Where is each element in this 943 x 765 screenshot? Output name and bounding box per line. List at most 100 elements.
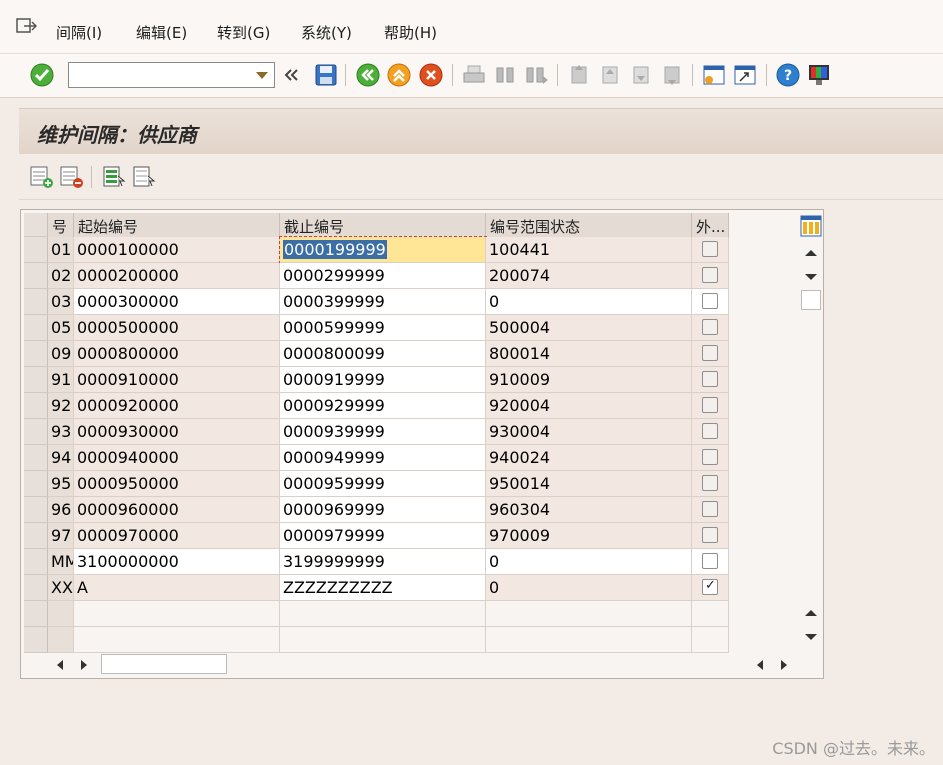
cell-end[interactable]: 0000959999 (280, 471, 486, 497)
delete-interval-icon[interactable] (59, 164, 85, 190)
external-checkbox[interactable] (702, 345, 718, 361)
cancel-icon[interactable] (418, 62, 444, 88)
create-session-icon[interactable] (701, 62, 727, 88)
cell-status[interactable]: 100441 (486, 237, 692, 263)
cell-status[interactable]: 910009 (486, 367, 692, 393)
column-header-external[interactable]: 外... (692, 213, 729, 237)
external-checkbox[interactable] (702, 319, 718, 335)
shortcut-icon[interactable] (732, 62, 758, 88)
cell-start[interactable]: 0000970000 (74, 523, 280, 549)
row-selector[interactable] (24, 445, 48, 471)
cell-end[interactable]: 0000399999 (280, 289, 486, 315)
scroll-right-icon[interactable] (77, 658, 91, 672)
cell-start[interactable]: 0000800000 (74, 341, 280, 367)
collapse-icon[interactable] (282, 62, 302, 88)
cell-start[interactable]: 0000930000 (74, 419, 280, 445)
cell-end[interactable]: 0000800099 (280, 341, 486, 367)
horizontal-scroll-thumb[interactable] (101, 654, 227, 674)
row-selector[interactable] (24, 393, 48, 419)
table-settings-icon[interactable] (799, 214, 823, 238)
first-page-icon[interactable] (566, 62, 592, 88)
back-icon[interactable] (355, 62, 381, 88)
cell-status[interactable] (486, 627, 692, 653)
previous-page-icon[interactable] (597, 62, 623, 88)
cell-start[interactable]: 0000950000 (74, 471, 280, 497)
exit-icon[interactable] (16, 18, 38, 36)
menu-item-system[interactable]: 系统(Y) (301, 22, 352, 43)
row-selector[interactable] (24, 263, 48, 289)
cell-start[interactable]: 3100000000 (74, 549, 280, 575)
next-page-icon[interactable] (628, 62, 654, 88)
cell-status[interactable]: 0 (486, 575, 692, 601)
scroll-page-down-icon[interactable] (802, 630, 820, 644)
cell-status[interactable]: 930004 (486, 419, 692, 445)
cell-end[interactable]: 3199999999 (280, 549, 486, 575)
cell-start[interactable]: 0000910000 (74, 367, 280, 393)
select-all-icon[interactable] (101, 164, 127, 190)
scroll-up-icon[interactable] (802, 246, 820, 260)
cell-status[interactable] (486, 601, 692, 627)
enter-check-icon[interactable] (29, 62, 55, 88)
cell-end[interactable] (280, 601, 486, 627)
external-checkbox[interactable] (702, 241, 718, 257)
menu-item-goto[interactable]: 转到(G) (217, 22, 270, 43)
cell-end[interactable]: 0000929999 (280, 393, 486, 419)
row-selector[interactable] (24, 419, 48, 445)
row-selector[interactable] (24, 315, 48, 341)
deselect-all-icon[interactable] (131, 164, 157, 190)
cell-start[interactable]: 0000300000 (74, 289, 280, 315)
scroll-down-icon[interactable] (802, 270, 820, 284)
row-selector[interactable] (24, 575, 48, 601)
select-all-corner[interactable] (24, 213, 48, 237)
row-selector[interactable] (24, 497, 48, 523)
cell-start[interactable]: 0000100000 (74, 237, 280, 263)
cell-end[interactable] (280, 627, 486, 653)
cell-start[interactable]: 0000920000 (74, 393, 280, 419)
cell-end[interactable]: 0000949999 (280, 445, 486, 471)
row-selector[interactable] (24, 549, 48, 575)
cell-start[interactable]: 0000200000 (74, 263, 280, 289)
cell-status[interactable]: 0 (486, 289, 692, 315)
cell-start[interactable]: 0000940000 (74, 445, 280, 471)
cell-status[interactable]: 920004 (486, 393, 692, 419)
last-page-icon[interactable] (659, 62, 685, 88)
column-header-end[interactable]: 截止编号 (280, 213, 486, 237)
column-header-start[interactable]: 起始编号 (74, 213, 280, 237)
external-checkbox[interactable] (702, 293, 718, 309)
row-selector[interactable] (24, 523, 48, 549)
column-header-no[interactable]: 号 (48, 213, 74, 237)
external-checkbox[interactable] (702, 267, 718, 283)
row-selector[interactable] (24, 367, 48, 393)
external-checkbox[interactable] (702, 501, 718, 517)
cell-status[interactable]: 0 (486, 549, 692, 575)
menu-item-interval[interactable]: 间隔(I) (56, 22, 102, 43)
cell-status[interactable]: 500004 (486, 315, 692, 341)
scroll-right-right-icon[interactable] (777, 658, 791, 672)
cell-end[interactable]: 0000969999 (280, 497, 486, 523)
row-selector[interactable] (24, 601, 48, 627)
cell-status[interactable]: 960304 (486, 497, 692, 523)
find-icon[interactable] (492, 62, 518, 88)
column-header-status[interactable]: 编号范围状态 (486, 213, 692, 237)
find-next-icon[interactable] (523, 62, 549, 88)
command-field[interactable] (68, 62, 275, 88)
chevron-down-icon[interactable] (256, 72, 268, 79)
external-checkbox[interactable] (702, 475, 718, 491)
row-selector[interactable] (24, 471, 48, 497)
row-selector[interactable] (24, 341, 48, 367)
cell-end[interactable]: 0000919999 (280, 367, 486, 393)
selected-text[interactable]: 0000199999 (283, 240, 387, 259)
cell-end[interactable]: 0000599999 (280, 315, 486, 341)
external-checkbox[interactable] (702, 553, 718, 569)
external-checkbox[interactable] (702, 449, 718, 465)
cell-end[interactable]: ZZZZZZZZZZ (280, 575, 486, 601)
external-checkbox[interactable]: ✓ (702, 578, 718, 595)
cell-status[interactable]: 970009 (486, 523, 692, 549)
external-checkbox[interactable] (702, 397, 718, 413)
row-selector[interactable] (24, 237, 48, 263)
external-checkbox[interactable] (702, 371, 718, 387)
cell-end[interactable]: 0000199999 (279, 236, 487, 264)
row-selector[interactable] (24, 289, 48, 315)
cell-status[interactable]: 800014 (486, 341, 692, 367)
menu-item-help[interactable]: 帮助(H) (384, 22, 437, 43)
